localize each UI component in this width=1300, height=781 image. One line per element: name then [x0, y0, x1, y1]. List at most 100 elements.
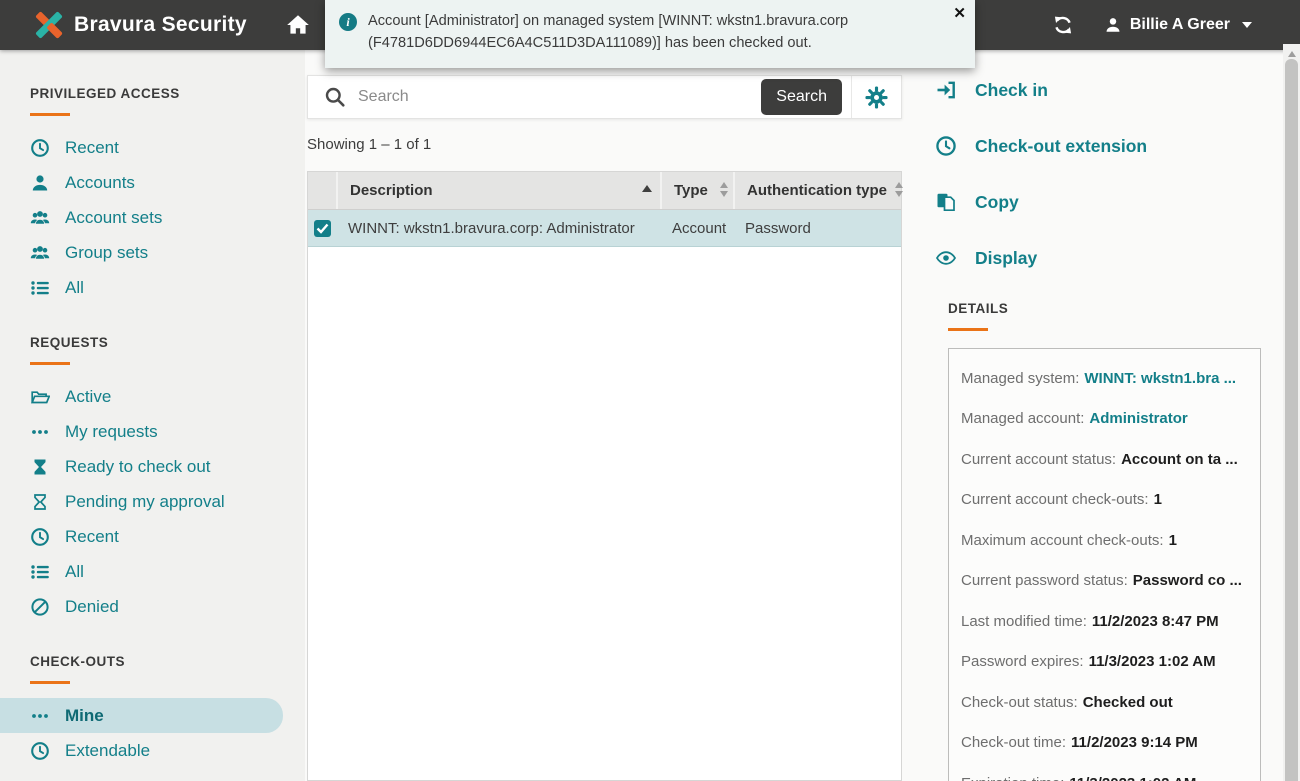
- sidebar-item[interactable]: Recent: [0, 130, 305, 165]
- row-checkbox[interactable]: [314, 220, 331, 237]
- sidebar-item[interactable]: Group sets: [0, 235, 305, 270]
- row-auth-type: Password: [733, 220, 901, 237]
- scrollbar-thumb[interactable]: [1285, 59, 1298, 781]
- detail-value: Checked out: [1083, 694, 1173, 711]
- sidebar-item[interactable]: Ready to check out: [0, 449, 305, 484]
- search-icon: [324, 86, 346, 108]
- detail-row: Last modified time: 11/2/2023 8:47 PM: [961, 601, 1250, 642]
- sidebar-item-label: Account sets: [65, 208, 162, 228]
- close-icon[interactable]: ✕: [953, 6, 966, 21]
- sidebar-item[interactable]: Active: [0, 379, 305, 414]
- sort-icon[interactable]: [720, 182, 728, 197]
- detail-row: Maximum account check-outs: 1: [961, 520, 1250, 561]
- sidebar-list: Recent Accounts Account sets Group sets: [0, 130, 305, 305]
- check-icon: [316, 223, 329, 234]
- sort-icon[interactable]: [895, 182, 903, 197]
- sidebar-list: Mine Extendable: [0, 698, 305, 768]
- detail-value: WINNT: wkstn1.bra ...: [1084, 370, 1236, 387]
- user-menu[interactable]: Billie A Greer: [1104, 16, 1252, 34]
- table-header-type[interactable]: Type: [660, 172, 733, 209]
- section-underline: [30, 362, 70, 365]
- sidebar-item[interactable]: Account sets: [0, 200, 305, 235]
- action-link[interactable]: Check-out extension: [935, 133, 1275, 159]
- sidebar-item-icon: [30, 597, 50, 617]
- sidebar-item-icon: [30, 457, 50, 477]
- detail-row: Check-out status: Checked out: [961, 682, 1250, 723]
- chevron-down-icon: [1242, 22, 1252, 28]
- sidebar-item-icon: [30, 278, 50, 298]
- sidebar-item[interactable]: Pending my approval: [0, 484, 305, 519]
- sidebar-item[interactable]: Denied: [0, 589, 305, 624]
- home-button[interactable]: [285, 12, 311, 38]
- detail-row: Current password status: Password co ...: [961, 561, 1250, 602]
- sidebar-item-icon: [30, 492, 50, 512]
- search-button[interactable]: Search: [761, 79, 842, 115]
- table-body-empty-area: [308, 247, 901, 780]
- sidebar-item[interactable]: My requests: [0, 414, 305, 449]
- action-link[interactable]: Check in: [935, 77, 1275, 103]
- detail-row: Current account status: Account on ta ..…: [961, 439, 1250, 480]
- action-icon: [935, 79, 957, 101]
- action-link[interactable]: Copy: [935, 189, 1275, 215]
- sidebar-item-label: Group sets: [65, 243, 148, 263]
- sidebar-item-label: All: [65, 278, 84, 298]
- table-header-checkbox: [308, 172, 336, 209]
- home-icon: [285, 12, 311, 38]
- sidebar-item[interactable]: All: [0, 270, 305, 305]
- sidebar-item-label: Pending my approval: [65, 492, 225, 512]
- detail-label: Check-out time:: [961, 734, 1066, 751]
- table-header-authentication-type[interactable]: Authentication type: [733, 172, 901, 209]
- section-underline: [30, 113, 70, 116]
- row-type: Account: [660, 220, 733, 237]
- sidebar-item-label: Recent: [65, 138, 119, 158]
- sidebar-item[interactable]: Mine: [0, 698, 283, 733]
- sidebar-item[interactable]: Accounts: [0, 165, 305, 200]
- action-icon: [935, 135, 957, 157]
- sidebar-item-icon: [30, 387, 50, 407]
- table-row[interactable]: WINNT: wkstn1.bravura.corp: Administrato…: [308, 209, 901, 247]
- sidebar-item-label: Denied: [65, 597, 119, 617]
- toast-message: Account [Administrator] on managed syste…: [368, 11, 941, 55]
- detail-row: Expiration time: 11/3/2023 1:02 AM: [961, 763, 1250, 781]
- sidebar-item[interactable]: Recent: [0, 519, 305, 554]
- section-title: CHECK-OUTS: [30, 654, 305, 669]
- scrollbar-up-arrow[interactable]: [1288, 51, 1296, 57]
- detail-value: Administrator: [1089, 410, 1187, 427]
- detail-value: 11/2/2023 9:14 PM: [1071, 734, 1198, 751]
- table-header-description[interactable]: Description: [336, 172, 660, 209]
- sidebar-item-label: All: [65, 562, 84, 582]
- user-icon: [1104, 16, 1122, 34]
- section-underline: [30, 681, 70, 684]
- details-underline: [948, 328, 988, 331]
- sidebar: PRIVILEGED ACCESS Recent Accounts Accoun…: [0, 50, 305, 781]
- sidebar-item[interactable]: Extendable: [0, 733, 305, 768]
- search-input[interactable]: [358, 88, 761, 106]
- detail-label: Maximum account check-outs:: [961, 532, 1164, 549]
- sidebar-item-icon: [30, 138, 50, 158]
- detail-value: 1: [1154, 491, 1162, 508]
- action-icon: [935, 247, 957, 269]
- right-panel: Check in Check-out extension Copy Displa…: [935, 50, 1275, 781]
- sidebar-item[interactable]: All: [0, 554, 305, 589]
- row-description: WINNT: wkstn1.bravura.corp: Administrato…: [336, 220, 660, 237]
- user-name: Billie A Greer: [1130, 16, 1230, 34]
- action-icon: [935, 191, 957, 213]
- sidebar-item-label: Ready to check out: [65, 457, 211, 477]
- gear-icon: [864, 85, 889, 110]
- refresh-button[interactable]: [1052, 14, 1074, 36]
- brand: Bravura Security: [34, 10, 247, 40]
- page-scrollbar[interactable]: [1283, 44, 1300, 781]
- action-label: Display: [975, 248, 1037, 269]
- action-label: Check-out extension: [975, 136, 1147, 157]
- results-summary: Showing 1 – 1 of 1: [307, 136, 902, 153]
- search-settings-button[interactable]: [852, 85, 901, 110]
- sidebar-item-icon: [30, 562, 50, 582]
- action-link[interactable]: Display: [935, 245, 1275, 271]
- sidebar-section-check-outs: CHECK-OUTS Mine Extendable: [0, 654, 305, 768]
- bravura-logo-icon: [34, 10, 64, 40]
- detail-label: Managed system:: [961, 370, 1079, 387]
- sort-ascending-icon[interactable]: [642, 185, 652, 192]
- detail-label: Current password status:: [961, 572, 1128, 589]
- detail-label: Current account check-outs:: [961, 491, 1149, 508]
- sidebar-item-label: Recent: [65, 527, 119, 547]
